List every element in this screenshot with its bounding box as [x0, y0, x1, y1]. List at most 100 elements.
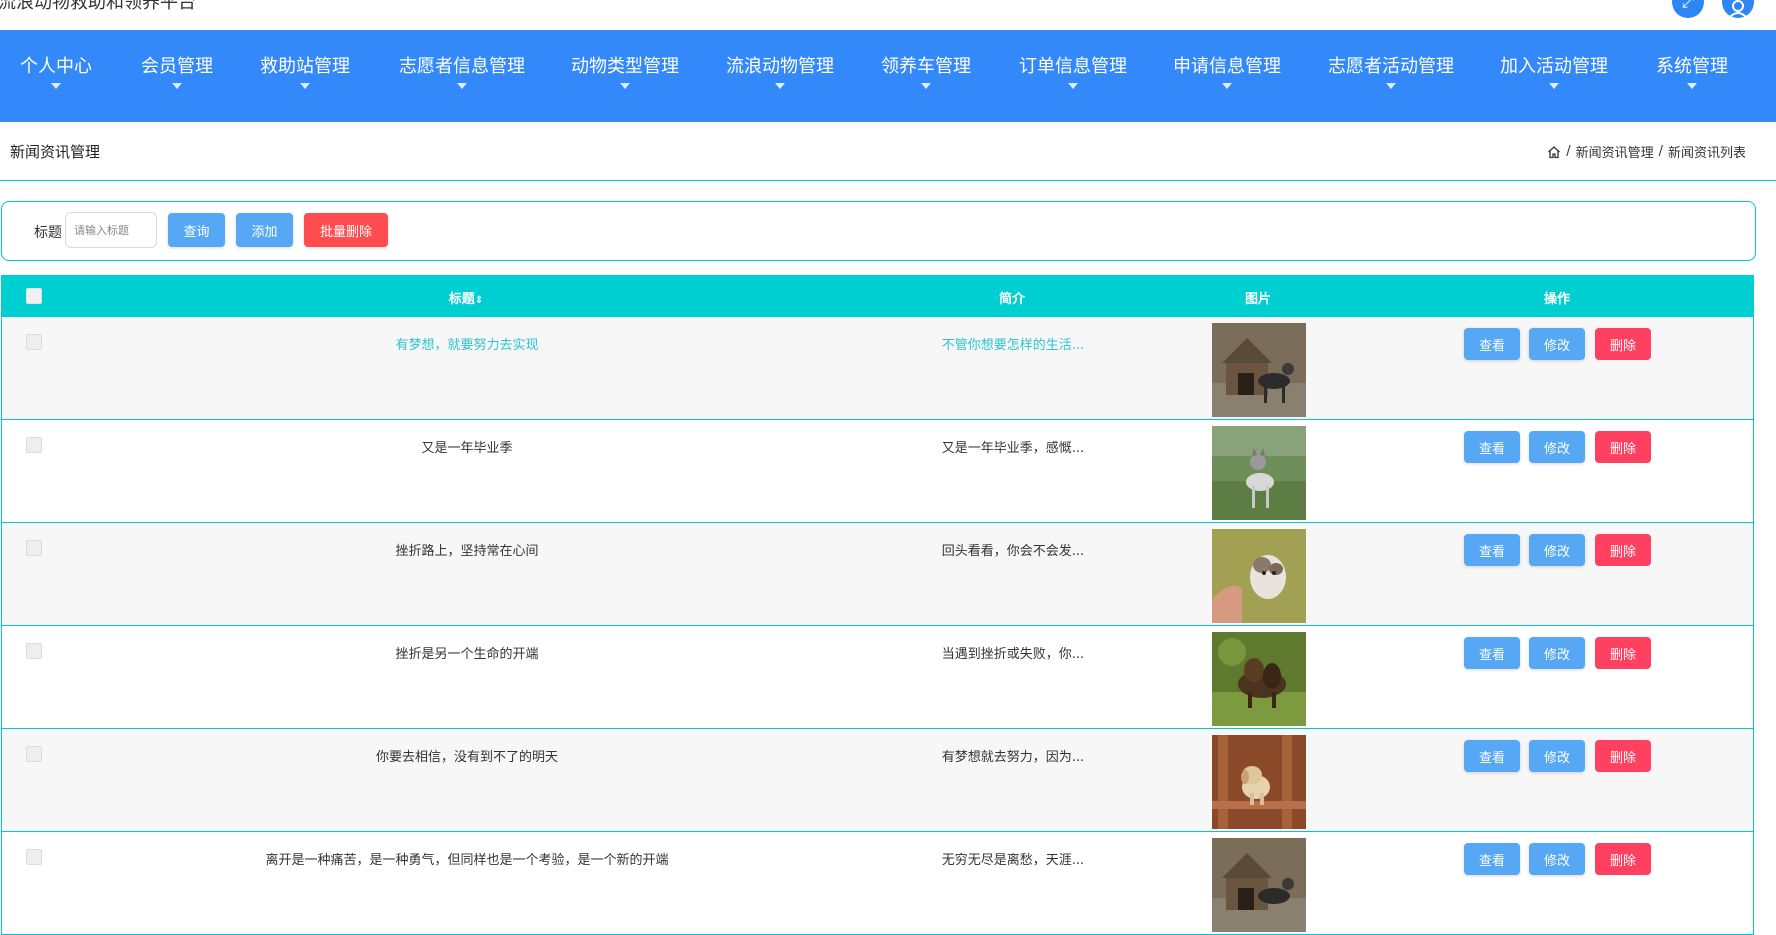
nav-label: 动物类型管理	[571, 56, 679, 77]
puppy-chair-photo	[1212, 735, 1306, 829]
edit-button[interactable]: 修改	[1529, 843, 1585, 875]
chevron-down-icon	[775, 83, 785, 89]
nav-label: 志愿者信息管理	[399, 56, 525, 77]
query-button[interactable]: 查询	[168, 213, 225, 247]
chevron-down-icon	[1222, 83, 1232, 89]
chevron-down-icon	[300, 83, 310, 89]
table-row: 有梦想，就要努力去实现 不管你想要怎样的生活... 查看 修改 删除	[1, 317, 1754, 420]
edit-button[interactable]: 修改	[1529, 740, 1585, 772]
view-button[interactable]: 查看	[1464, 843, 1520, 875]
husky-grass-photo	[1212, 426, 1306, 520]
main-nav: 个人中心 会员管理 救助站管理 志愿者信息管理 动物类型管理 流浪动物管理 领养…	[0, 30, 1776, 122]
breadcrumb-item-news-management[interactable]: 新闻资讯管理	[1576, 142, 1654, 161]
delete-button[interactable]: 删除	[1595, 328, 1651, 360]
row-intro[interactable]: 当遇到挫折或失败，你...	[942, 643, 1084, 662]
row-checkbox[interactable]	[26, 540, 42, 556]
breadcrumb-separator: /	[1566, 144, 1571, 159]
chevron-down-icon	[172, 83, 182, 89]
chevron-down-icon	[1687, 83, 1697, 89]
breadcrumb-item-news-list: 新闻资讯列表	[1667, 146, 1746, 161]
column-header-image: 图片	[1244, 292, 1272, 307]
row-checkbox[interactable]	[26, 437, 42, 453]
row-checkbox[interactable]	[26, 849, 42, 865]
row-title[interactable]: 挫折是另一个生命的开端	[395, 643, 538, 662]
row-title[interactable]: 有梦想，就要努力去实现	[395, 334, 538, 353]
row-intro[interactable]: 无穷无尽是离愁，天涯...	[942, 849, 1084, 868]
row-intro[interactable]: 有梦想就去努力，因为...	[942, 746, 1084, 765]
row-title[interactable]: 又是一年毕业季	[421, 437, 512, 456]
batch-delete-button[interactable]: 批量删除	[304, 213, 388, 247]
chevron-down-icon	[1549, 83, 1559, 89]
table-row: 又是一年毕业季 又是一年毕业季，感慨... 查看 修改 删除	[1, 420, 1754, 523]
row-title[interactable]: 挫折路上，坚持常在心间	[395, 540, 538, 559]
delete-button[interactable]: 删除	[1595, 431, 1651, 463]
table-row: 你要去相信，没有到不了的明天 有梦想就去努力，因为... 查看 修改 删除	[1, 729, 1754, 832]
breadcrumb: / 新闻资讯管理 / 新闻资讯列表	[1547, 142, 1746, 161]
chevron-down-icon	[1386, 83, 1396, 89]
expand-icon[interactable]: ⤢	[1672, 0, 1704, 18]
dog-kennel-photo	[1212, 323, 1306, 417]
delete-button[interactable]: 删除	[1595, 534, 1651, 566]
add-button[interactable]: 添加	[236, 213, 293, 247]
home-icon[interactable]	[1547, 145, 1561, 159]
nav-label: 救助站管理	[260, 56, 350, 77]
row-checkbox[interactable]	[26, 334, 42, 350]
row-intro[interactable]: 回头看看，你会不会发...	[942, 540, 1084, 559]
select-all-checkbox[interactable]	[26, 288, 42, 304]
nav-label: 订单信息管理	[1019, 56, 1127, 77]
column-header-title[interactable]: 标题⇕	[449, 288, 483, 307]
nav-label: 流浪动物管理	[726, 56, 834, 77]
nav-label: 申请信息管理	[1173, 56, 1281, 77]
table-header: 标题⇕ 简介 图片 操作	[1, 275, 1754, 317]
nav-label: 个人中心	[20, 56, 92, 77]
dachshund-photo	[1212, 632, 1306, 726]
row-title[interactable]: 离开是一种痛苦，是一种勇气，但同样也是一个考验，是一个新的开端	[265, 849, 668, 868]
section-header: 新闻资讯管理 / 新闻资讯管理 / 新闻资讯列表	[0, 122, 1776, 181]
news-table: 标题⇕ 简介 图片 操作 有梦想，就要努力去实现 不管你想要怎样的生活... 查…	[1, 275, 1754, 935]
site-title: 流浪动物救助和领养平台	[0, 0, 196, 13]
view-button[interactable]: 查看	[1464, 431, 1520, 463]
nav-label: 加入活动管理	[1500, 56, 1608, 77]
view-button[interactable]: 查看	[1464, 328, 1520, 360]
table-row: 离开是一种痛苦，是一种勇气，但同样也是一个考验，是一个新的开端 无穷无尽是离愁，…	[1, 832, 1754, 935]
row-checkbox[interactable]	[26, 643, 42, 659]
view-button[interactable]: 查看	[1464, 534, 1520, 566]
nav-label: 志愿者活动管理	[1328, 56, 1454, 77]
user-icon[interactable]	[1722, 0, 1754, 19]
column-header-intro: 简介	[998, 292, 1026, 307]
nav-label: 会员管理	[141, 56, 213, 77]
delete-button[interactable]: 删除	[1595, 637, 1651, 669]
edit-button[interactable]: 修改	[1529, 431, 1585, 463]
view-button[interactable]: 查看	[1464, 637, 1520, 669]
table-row: 挫折是另一个生命的开端 当遇到挫折或失败，你... 查看 修改 删除	[1, 626, 1754, 729]
title-search-label: 标题	[34, 225, 62, 241]
delete-button[interactable]: 删除	[1595, 740, 1651, 772]
nav-label: 领养车管理	[881, 56, 971, 77]
view-button[interactable]: 查看	[1464, 740, 1520, 772]
row-title[interactable]: 你要去相信，没有到不了的明天	[376, 746, 558, 765]
edit-button[interactable]: 修改	[1529, 328, 1585, 360]
column-header-title-label: 标题	[448, 292, 475, 307]
dog-kennel-photo	[1212, 838, 1306, 932]
edit-button[interactable]: 修改	[1529, 534, 1585, 566]
table-row: 挫折路上，坚持常在心间 回头看看，你会不会发... 查看 修改 删除	[1, 523, 1754, 626]
nav-label: 系统管理	[1656, 56, 1728, 77]
row-intro[interactable]: 不管你想要怎样的生活...	[942, 334, 1084, 353]
delete-button[interactable]: 删除	[1595, 843, 1651, 875]
chevron-down-icon	[457, 83, 467, 89]
search-panel: 标题 查询 添加 批量删除	[1, 201, 1756, 261]
row-intro[interactable]: 又是一年毕业季，感慨...	[942, 437, 1084, 456]
row-checkbox[interactable]	[26, 746, 42, 762]
chevron-down-icon	[51, 83, 61, 89]
sort-icon[interactable]: ⇕	[475, 295, 483, 306]
title-search-input[interactable]	[65, 212, 157, 248]
chevron-down-icon	[620, 83, 630, 89]
edit-button[interactable]: 修改	[1529, 637, 1585, 669]
cat-hand-photo	[1212, 529, 1306, 623]
chevron-down-icon	[1068, 83, 1078, 89]
column-header-actions: 操作	[1543, 292, 1571, 307]
chevron-down-icon	[921, 83, 931, 89]
top-bar: 流浪动物救助和领养平台 ⤢	[0, 0, 1776, 30]
page-title: 新闻资讯管理	[10, 143, 101, 161]
breadcrumb-separator: /	[1658, 144, 1663, 159]
